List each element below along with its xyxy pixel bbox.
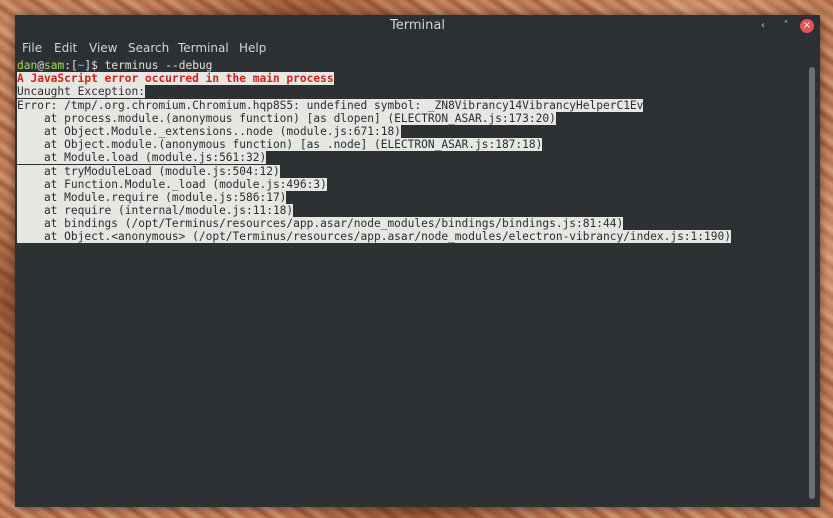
- menu-edit[interactable]: Edit: [54, 40, 77, 56]
- output-text: at Object.<anonymous> (/opt/Terminus/res…: [17, 230, 731, 244]
- output-line: Uncaught Exception:: [17, 85, 804, 99]
- output-line: at process.module.(anonymous function) […: [17, 111, 804, 125]
- output-text: Uncaught Exception:: [17, 85, 145, 99]
- menu-view[interactable]: View: [89, 40, 117, 56]
- minimize-icon[interactable]: ‹: [756, 19, 770, 33]
- menu-file[interactable]: File: [22, 40, 42, 56]
- prompt-host: sam: [43, 59, 65, 72]
- output-line: at bindings (/opt/Terminus/resources/app…: [17, 217, 804, 231]
- prompt-line: dan@sam:[~]$ terminus --debug: [17, 59, 804, 72]
- output-line: at Object.Module._extensions..node (modu…: [17, 124, 804, 138]
- terminal-output[interactable]: dan@sam:[~]$ terminus --debug A JavaScri…: [15, 59, 804, 507]
- output-line: at Function.Module._load (module.js:496:…: [17, 177, 804, 191]
- output-text: at require (internal/module.js:11:18): [17, 204, 294, 218]
- output-text: at Object.Module._extensions..node (modu…: [17, 124, 401, 138]
- menu-bar: File Edit View Search Terminal Help: [15, 37, 820, 59]
- output-text: at Function.Module._load (module.js:496:…: [17, 177, 327, 191]
- menu-help[interactable]: Help: [239, 40, 266, 56]
- output-text: at Object.module.(anonymous function) [a…: [17, 138, 543, 152]
- maximize-icon[interactable]: ˄: [779, 19, 793, 33]
- output-line: at Object.<anonymous> (/opt/Terminus/res…: [17, 230, 804, 244]
- output-line: at Module.require (module.js:586:17): [17, 190, 804, 204]
- output-text: at tryModuleLoad (module.js:504:12): [17, 164, 280, 178]
- output-line: at Object.module.(anonymous function) [a…: [17, 138, 804, 152]
- output-text: at bindings (/opt/Terminus/resources/app…: [17, 217, 624, 231]
- error-heading-line: A JavaScript error occurred in the main …: [17, 72, 804, 86]
- menu-search[interactable]: Search: [128, 40, 169, 56]
- output-line: at require (internal/module.js:11:18): [17, 204, 804, 218]
- output-line: at Module.load (module.js:561:32): [17, 151, 804, 165]
- output-text: Error: /tmp/.org.chromium.Chromium.hqp8S…: [17, 98, 644, 112]
- output-text: at Module.require (module.js:586:17): [17, 190, 287, 204]
- prompt-user: dan: [17, 59, 38, 72]
- error-heading: A JavaScript error occurred in the main …: [17, 72, 334, 86]
- prompt-open: :[: [64, 59, 78, 72]
- scrollbar[interactable]: [804, 59, 820, 507]
- terminal-window: Terminal ‹ ˄ × File Edit View Search Ter…: [15, 15, 820, 507]
- title-bar[interactable]: Terminal ‹ ˄ ×: [15, 15, 820, 37]
- prompt-close: ]$: [84, 59, 105, 72]
- output-text: at Module.load (module.js:561:32): [17, 151, 267, 165]
- menu-terminal[interactable]: Terminal: [178, 40, 229, 56]
- close-icon[interactable]: ×: [800, 19, 814, 33]
- output-line: at tryModuleLoad (module.js:504:12): [17, 164, 804, 178]
- prompt-command: terminus --debug: [104, 59, 213, 72]
- prompt-at: @: [37, 59, 44, 72]
- output-line: Error: /tmp/.org.chromium.Chromium.hqp8S…: [17, 98, 804, 112]
- output-text: at process.module.(anonymous function) […: [17, 111, 556, 125]
- window-title: Terminal: [390, 18, 445, 33]
- scrollbar-thumb[interactable]: [809, 67, 815, 499]
